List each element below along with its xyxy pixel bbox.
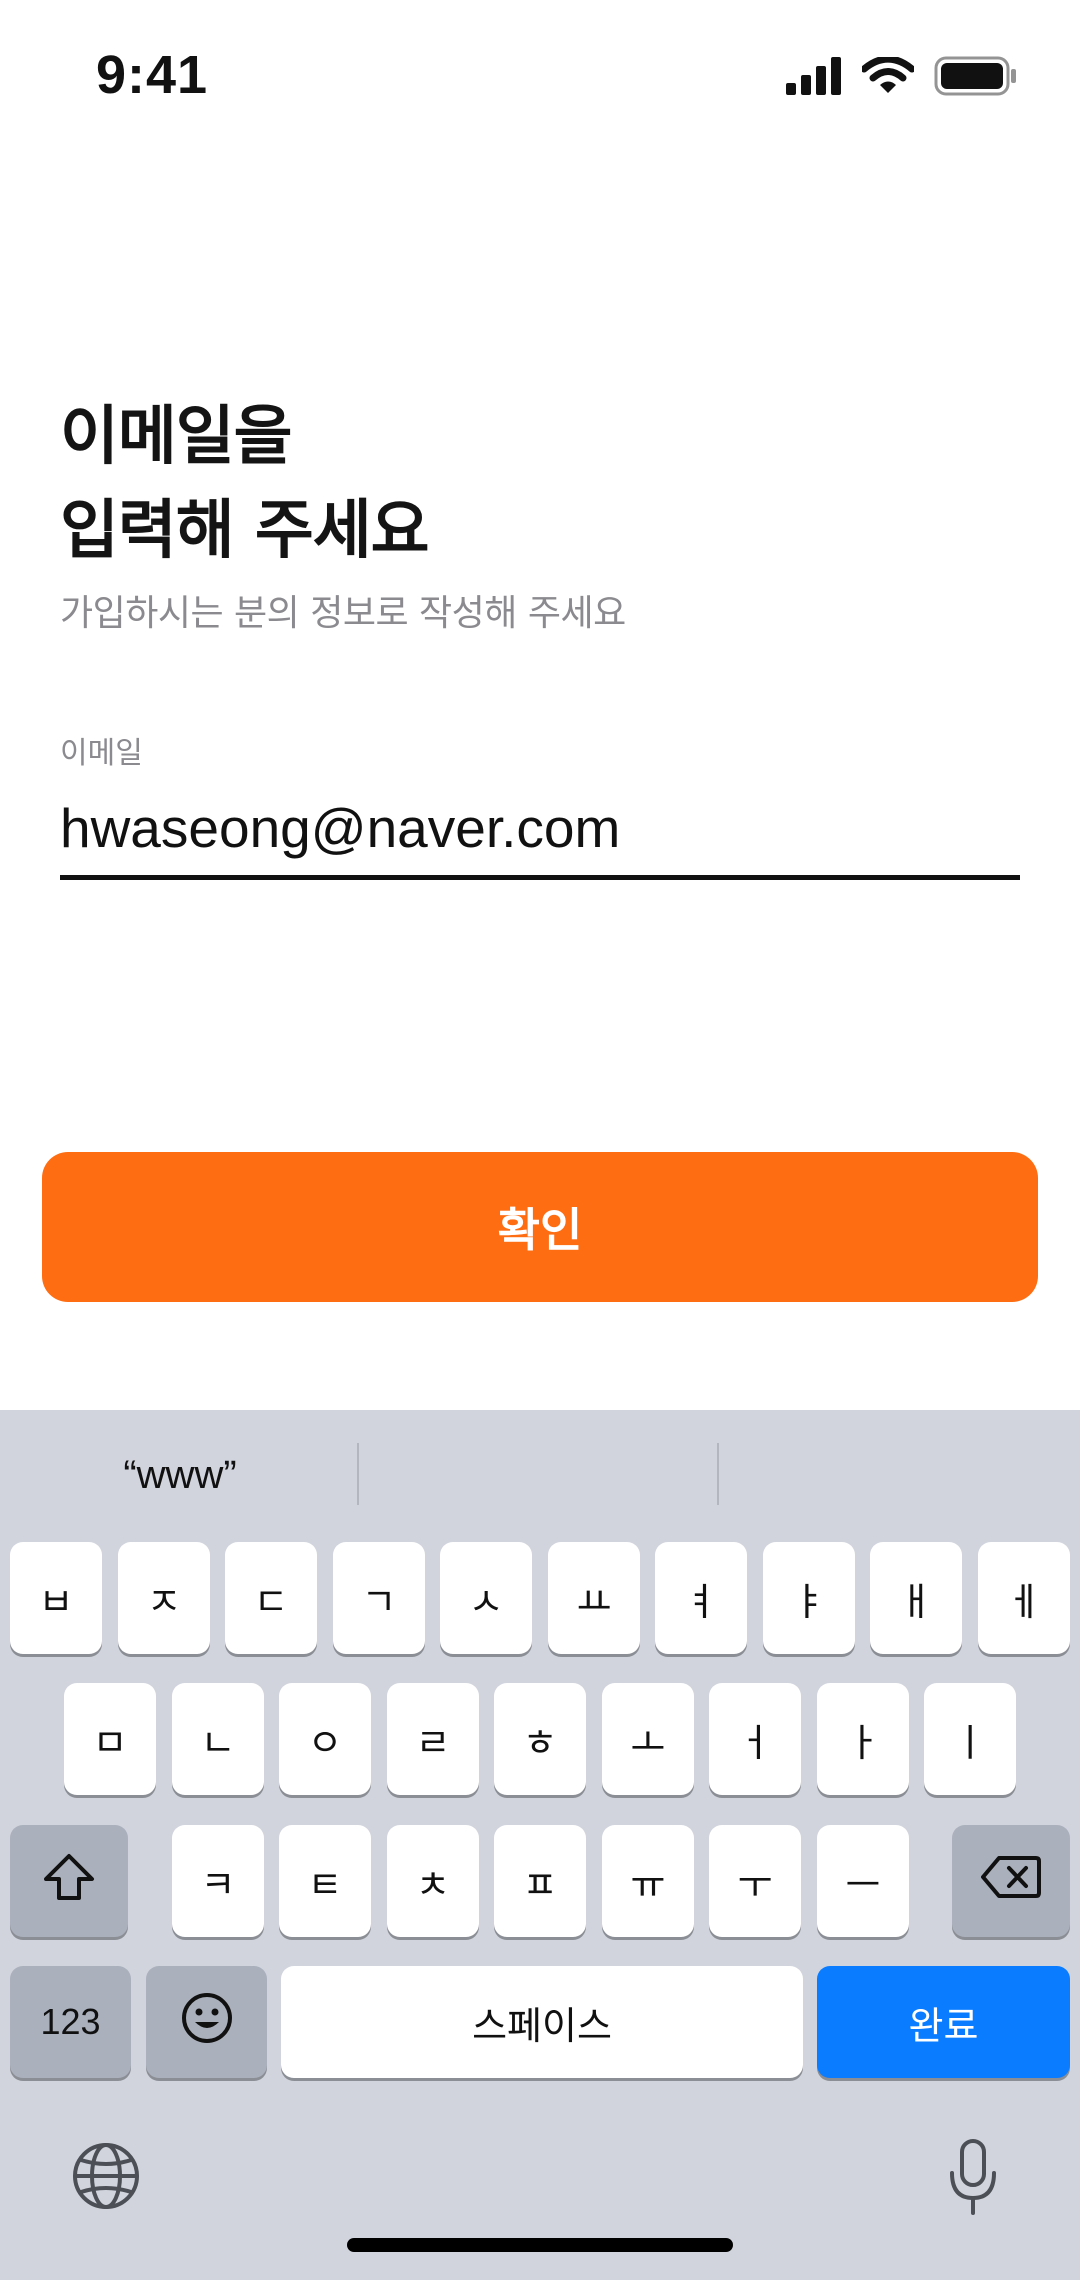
key-row1-9[interactable]: ㅐ [870,1542,962,1654]
confirm-button-label: 확인 [497,1203,583,1257]
key-row1-10[interactable]: ㅔ [978,1542,1070,1654]
space-key[interactable]: 스페이스 [281,1966,803,2078]
email-field[interactable] [60,780,1020,880]
key-row1-3[interactable]: ㄷ [225,1542,317,1654]
shift-arrow-icon [42,1852,96,1911]
suggestion-3[interactable] [720,1410,1080,1540]
key-row3-3[interactable]: ㅊ [387,1825,479,1937]
home-indicator[interactable] [347,2238,733,2252]
key-row3-5[interactable]: ㅠ [602,1825,694,1937]
status-time: 9:41 [96,45,209,105]
key-row1-8[interactable]: ㅑ [763,1542,855,1654]
suggestion-divider [357,1443,359,1505]
key-row1-2[interactable]: ㅈ [118,1542,210,1654]
email-field-label: 이메일 [60,736,143,771]
key-row2-2[interactable]: ㄴ [172,1683,264,1795]
shift-key[interactable] [10,1825,128,1937]
key-row1-6[interactable]: ㅛ [548,1542,640,1654]
key-row2-7[interactable]: ㅓ [709,1683,801,1795]
backspace-icon [981,1855,1041,1908]
status-icons [786,55,1018,100]
key-row3-6[interactable]: ㅜ [709,1825,801,1937]
done-key[interactable]: 완료 [817,1966,1070,2078]
key-row1-7[interactable]: ㅕ [655,1542,747,1654]
key-row3-4[interactable]: ㅍ [494,1825,586,1937]
page-title-line1: 이메일을 [60,400,293,474]
page-subtitle: 가입하시는 분의 정보로 작성해 주세요 [60,593,626,634]
globe-icon[interactable] [70,2140,142,2212]
key-row2-9[interactable]: ㅣ [924,1683,1016,1795]
wifi-icon [860,55,916,99]
page-title-line2: 입력해 주세요 [60,494,430,568]
email-entry-screen: 9:41 이메일을 입력해 주세요 가입하시는 분의 정보로 작성해 주세요 이… [0,0,1080,2280]
page-title: 이메일을 입력해 주세요 [60,390,960,578]
emoji-icon [180,1991,234,2054]
key-row2-5[interactable]: ㅎ [494,1683,586,1795]
suggestion-1[interactable]: “www” [0,1410,360,1540]
delete-key[interactable] [952,1825,1070,1937]
key-row2-4[interactable]: ㄹ [387,1683,479,1795]
key-row1-1[interactable]: ㅂ [10,1542,102,1654]
battery-icon [934,56,1018,100]
key-row2-1[interactable]: ㅁ [64,1683,156,1795]
suggestion-divider [717,1443,719,1505]
confirm-button[interactable]: 확인 [42,1152,1038,1302]
numbers-key[interactable]: 123 [10,1966,131,2078]
emoji-key[interactable] [146,1966,267,2078]
status-bar: 9:41 [0,0,1080,150]
key-row2-8[interactable]: ㅏ [817,1683,909,1795]
microphone-icon[interactable] [945,2137,1001,2217]
cellular-signal-icon [786,57,842,99]
key-row2-6[interactable]: ㅗ [602,1683,694,1795]
key-row3-1[interactable]: ㅋ [172,1825,264,1937]
key-row1-4[interactable]: ㄱ [333,1542,425,1654]
key-row3-7[interactable]: ㅡ [817,1825,909,1937]
key-row2-3[interactable]: ㅇ [279,1683,371,1795]
keyboard: “www” ㅂ ㅈ ㄷ ㄱ ㅅ ㅛ ㅕ ㅑ ㅐ ㅔ ㅁ ㄴ ㅇ ㄹ ㅎ ㅗ ㅓ … [0,1410,1080,2280]
suggestion-bar: “www” [0,1410,1080,1540]
key-row1-5[interactable]: ㅅ [440,1542,532,1654]
key-row3-2[interactable]: ㅌ [279,1825,371,1937]
suggestion-2[interactable] [360,1410,720,1540]
